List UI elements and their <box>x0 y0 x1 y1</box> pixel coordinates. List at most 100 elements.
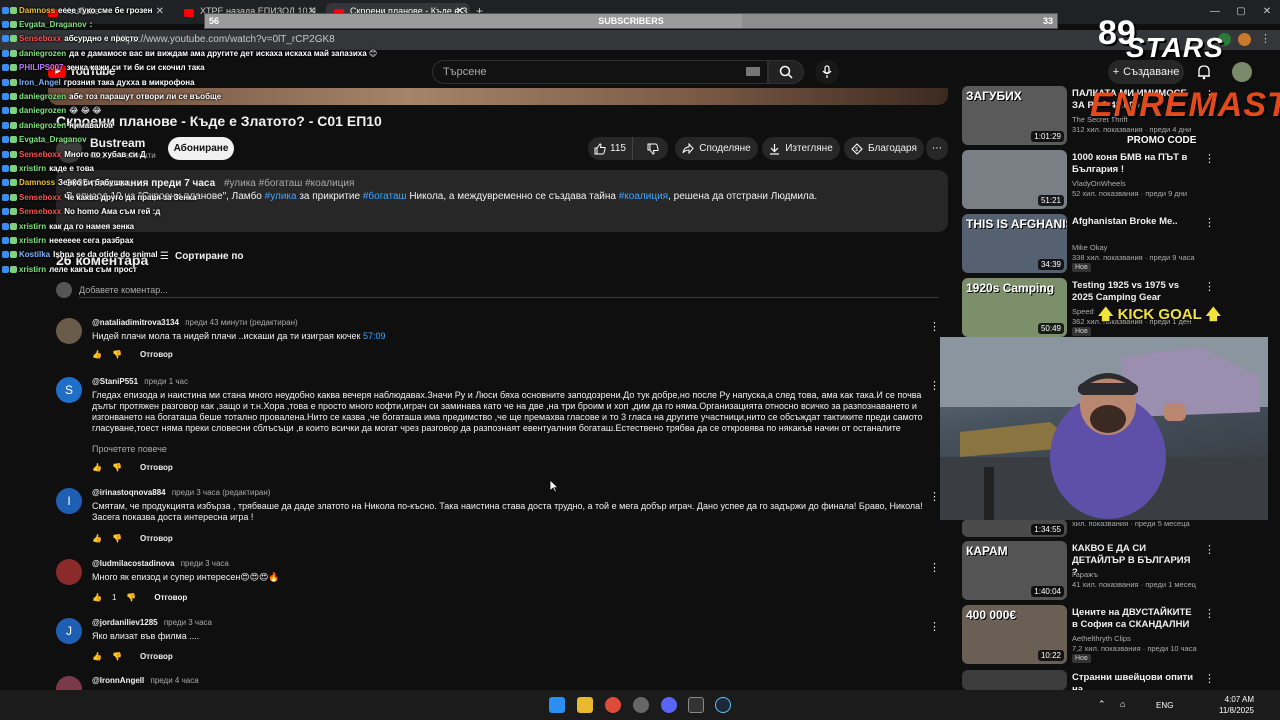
reply-button[interactable]: Отговор <box>140 463 173 472</box>
hashtag-link[interactable]: #богаташ <box>363 191 407 202</box>
dislike-button[interactable] <box>638 137 668 160</box>
system-clock[interactable]: 4:07 AM 11/8/2025 <box>1214 694 1254 716</box>
recommended-video[interactable]: THIS IS AFGHANISTAN 34:39 Afghanistan Brok… <box>962 214 1215 274</box>
video-menu-icon[interactable]: ⋮ <box>1204 607 1215 620</box>
chrome-icon[interactable] <box>605 697 621 713</box>
extension-icon[interactable] <box>1238 33 1251 46</box>
reply-button[interactable]: Отговор <box>140 652 173 661</box>
comment-author[interactable]: @nataliadimitrova3134 <box>92 318 179 327</box>
thumbs-down-icon[interactable]: 👎 <box>112 463 122 472</box>
comment-avatar[interactable]: I <box>56 488 82 514</box>
recommended-video-channel[interactable]: Гаражъ <box>1072 570 1098 579</box>
comment-author[interactable]: @IronnAngell <box>92 676 144 685</box>
comment-author[interactable]: @jordaniliev1285 <box>92 618 158 627</box>
video-thumbnail[interactable]: 1920s Camping 50:49 <box>962 278 1067 337</box>
voice-search-button[interactable] <box>815 60 839 84</box>
recommended-video[interactable]: 400 000€ 10:22 Цените на ДВУСТАЙКИТЕ в Соф… <box>962 605 1215 665</box>
video-thumbnail[interactable]: THIS IS AFGHANISTAN 34:39 <box>962 214 1067 273</box>
recommended-video-channel[interactable]: Aethelthryth Clips <box>1072 634 1131 643</box>
minimize-icon[interactable]: — <box>1202 0 1228 24</box>
video-thumbnail[interactable]: ЗАГУБИХ 1:01:29 <box>962 86 1067 145</box>
search-box[interactable] <box>432 60 768 84</box>
video-menu-icon[interactable]: ⋮ <box>1204 152 1215 165</box>
notifications-bell-icon[interactable] <box>1197 64 1211 80</box>
thumbs-up-icon[interactable]: 👍 <box>92 463 102 472</box>
close-window-icon[interactable]: ✕ <box>1254 0 1280 24</box>
maximize-icon[interactable]: ▢ <box>1228 0 1254 24</box>
comment-menu-icon[interactable]: ⋮ <box>929 320 940 333</box>
thumbs-up-icon[interactable]: 👍 <box>92 350 102 359</box>
terminal-icon[interactable] <box>688 697 704 713</box>
comment-avatar[interactable]: S <box>56 377 82 403</box>
video-thumbnail[interactable] <box>962 670 1067 690</box>
reply-button[interactable]: Отговор <box>140 534 173 543</box>
comment-menu-icon[interactable]: ⋮ <box>929 561 940 574</box>
search-input[interactable] <box>433 61 767 83</box>
recommended-video-channel[interactable]: Speed <box>1072 307 1094 316</box>
recommended-video-channel[interactable]: VladyOnWheels <box>1072 179 1126 188</box>
language-indicator[interactable]: ENG <box>1156 701 1173 710</box>
comment-author[interactable]: @irinastoqnova884 <box>92 488 166 497</box>
close-tab-icon[interactable]: ✕ <box>156 6 164 17</box>
video-menu-icon[interactable]: ⋮ <box>1204 543 1215 556</box>
obs-icon[interactable] <box>633 697 649 713</box>
thanks-button[interactable]: $ Благодаря <box>844 137 924 160</box>
description-tags[interactable]: #улика #богаташ #коалиция <box>224 178 354 189</box>
hashtag-link[interactable]: #коалиция <box>619 191 668 202</box>
recommended-video-title[interactable]: Testing 1925 vs 1975 vs 2025 Camping Gea… <box>1072 280 1196 304</box>
search-button[interactable] <box>768 60 804 84</box>
video-menu-icon[interactable]: ⋮ <box>1204 672 1215 685</box>
comment-avatar[interactable] <box>56 559 82 585</box>
thumbs-down-icon[interactable]: 👎 <box>126 593 136 602</box>
thumbs-down-icon[interactable]: 👎 <box>112 350 122 359</box>
hashtag-link[interactable]: #улика <box>265 191 297 202</box>
share-button[interactable]: Споделяне <box>675 137 758 160</box>
thumbs-up-icon[interactable]: 👍 <box>92 593 102 602</box>
like-button[interactable]: 115 <box>588 137 634 160</box>
windows-start-icon[interactable] <box>549 697 565 713</box>
comment-menu-icon[interactable]: ⋮ <box>929 620 940 633</box>
video-thumbnail[interactable]: КАРАМ 1:40:04 <box>962 541 1067 600</box>
video-thumbnail[interactable]: 51:21 <box>962 150 1067 209</box>
steam-icon[interactable] <box>715 697 731 713</box>
more-actions-button[interactable]: ⋯ <box>926 137 948 160</box>
reply-button[interactable]: Отговор <box>140 350 173 359</box>
discord-icon[interactable] <box>661 697 677 713</box>
thumbs-down-icon[interactable]: 👎 <box>112 652 122 661</box>
video-menu-icon[interactable]: ⋮ <box>1204 280 1215 293</box>
network-icon[interactable]: ⌂ <box>1120 699 1125 709</box>
reply-button[interactable]: Отговор <box>154 593 187 602</box>
video-thumbnail[interactable]: 1:34:55 <box>962 519 1067 537</box>
recommended-video-partial[interactable]: 1:34:55 хил. показвания · преди 5 месеца <box>962 519 1212 537</box>
recommended-video-title[interactable]: 1000 коня БМВ на ПЪТ в България ! <box>1072 152 1196 176</box>
thumbs-up-icon[interactable]: 👍 <box>92 652 102 661</box>
comment-avatar[interactable]: J <box>56 618 82 644</box>
video-menu-icon[interactable]: ⋮ <box>1204 216 1215 229</box>
comment-author[interactable]: @ludmilacostadinova <box>92 559 174 568</box>
recommended-video[interactable]: КАРАМ 1:40:04 КАКВО Е ДА СИ ДЕТАЙЛЪР В БЪЛ… <box>962 541 1215 601</box>
keyboard-icon[interactable] <box>746 67 760 76</box>
sort-comments-button[interactable]: ☰ Сортиране по <box>160 251 244 262</box>
download-button[interactable]: Изтегляне <box>762 137 840 160</box>
timestamp-link[interactable]: 57:09 <box>363 331 386 341</box>
add-comment-input[interactable] <box>79 282 939 298</box>
comment-menu-icon[interactable]: ⋮ <box>929 379 940 392</box>
recommended-video[interactable]: 51:21 1000 коня БМВ на ПЪТ в България ! Vl… <box>962 150 1215 210</box>
recommended-video-title[interactable]: Afghanistan Broke Me.. <box>1072 216 1196 228</box>
file-explorer-icon[interactable] <box>577 697 593 713</box>
profile-avatar[interactable] <box>1232 62 1252 82</box>
browser-menu-icon[interactable]: ⋮ <box>1260 32 1271 45</box>
chat-message: daniegrozen 😂 😂 😂 <box>2 105 102 117</box>
video-thumbnail[interactable]: 400 000€ 10:22 <box>962 605 1067 664</box>
recommended-video-title[interactable]: Цените на ДВУСТАЙКИТЕ в София са СКАНДАЛ… <box>1072 607 1196 631</box>
comment-menu-icon[interactable]: ⋮ <box>929 490 940 503</box>
recommended-video-channel[interactable]: Mike Okay <box>1072 243 1107 252</box>
subscribe-button[interactable]: Абониране <box>168 137 234 160</box>
url-text[interactable]: https://www.youtube.com/watch?v=0lT_rCP2… <box>116 34 335 45</box>
comment-author[interactable]: @StaniP551 <box>92 377 138 386</box>
thumbs-down-icon[interactable]: 👎 <box>112 534 122 543</box>
tray-arrow-icon[interactable]: ⌃ <box>1098 699 1106 710</box>
thumbs-up-icon[interactable]: 👍 <box>92 534 102 543</box>
read-more-button[interactable]: Прочетете повече <box>92 444 167 454</box>
comment-avatar[interactable] <box>56 318 82 344</box>
